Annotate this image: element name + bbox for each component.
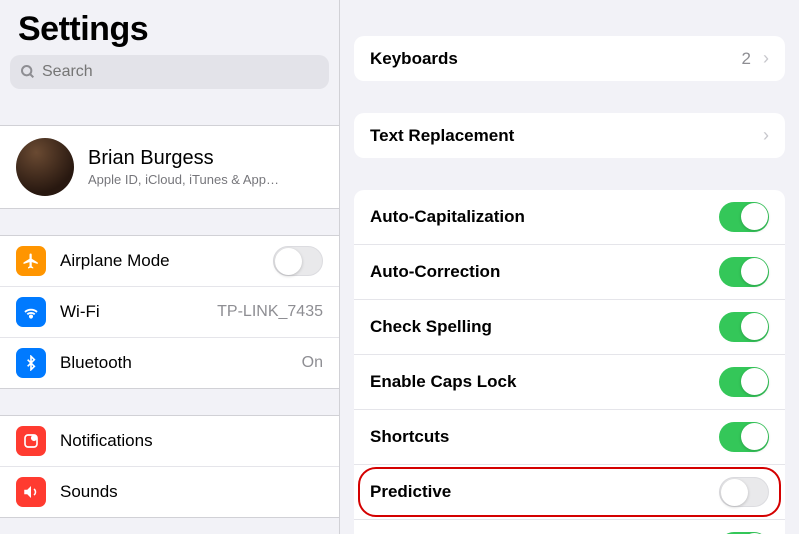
search-box[interactable] (10, 55, 329, 89)
row-value: TP-LINK_7435 (217, 303, 323, 321)
check-spelling-toggle[interactable] (719, 312, 769, 342)
row-smart-punctuation[interactable]: Smart Punctuation (354, 520, 785, 534)
connectivity-group: Airplane Mode Wi-Fi TP-LINK_7435 Bluetoo… (0, 235, 339, 389)
row-label: Shortcuts (370, 427, 719, 447)
sidebar-item-wifi[interactable]: Wi-Fi TP-LINK_7435 (0, 287, 339, 338)
profile-name: Brian Burgess (88, 147, 279, 170)
sounds-icon (16, 477, 46, 507)
row-label: Keyboards (370, 49, 742, 69)
search-icon (20, 64, 36, 80)
row-predictive[interactable]: Predictive (354, 465, 785, 520)
row-shortcuts[interactable]: Shortcuts (354, 410, 785, 465)
row-label: Sounds (60, 482, 323, 502)
keyboard-settings-group: Auto-Capitalization Auto-Correction Chec… (354, 190, 785, 534)
chevron-right-icon: › (763, 48, 769, 69)
row-label: Enable Caps Lock (370, 372, 719, 392)
row-keyboards[interactable]: Keyboards 2 › (354, 36, 785, 81)
profile-row[interactable]: Brian Burgess Apple ID, iCloud, iTunes &… (0, 126, 339, 208)
bluetooth-icon (16, 348, 46, 378)
row-label: Auto-Correction (370, 262, 719, 282)
text-replacement-group: Text Replacement › (354, 113, 785, 158)
row-count: 2 (742, 49, 751, 69)
sidebar-item-sounds[interactable]: Sounds (0, 467, 339, 517)
sidebar: Settings Brian Burgess Apple ID, iCloud,… (0, 0, 340, 534)
row-label: Auto-Capitalization (370, 207, 719, 227)
airplane-toggle[interactable] (273, 246, 323, 276)
profile-group: Brian Burgess Apple ID, iCloud, iTunes &… (0, 125, 339, 209)
enable-caps-lock-toggle[interactable] (719, 367, 769, 397)
page-title: Settings (0, 0, 339, 55)
chevron-right-icon: › (763, 125, 769, 146)
row-label: Airplane Mode (60, 251, 273, 271)
profile-text: Brian Burgess Apple ID, iCloud, iTunes &… (88, 147, 279, 187)
sidebar-item-notifications[interactable]: Notifications (0, 416, 339, 467)
row-auto-correction[interactable]: Auto-Correction (354, 245, 785, 300)
row-auto-capitalization[interactable]: Auto-Capitalization (354, 190, 785, 245)
row-label: Bluetooth (60, 353, 294, 373)
avatar (16, 138, 74, 196)
sidebar-item-bluetooth[interactable]: Bluetooth On (0, 338, 339, 388)
search-container (0, 55, 339, 99)
row-text-replacement[interactable]: Text Replacement › (354, 113, 785, 158)
row-enable-caps-lock[interactable]: Enable Caps Lock (354, 355, 785, 410)
keyboards-group: Keyboards 2 › (354, 36, 785, 81)
main-panel: Keyboards 2 › Text Replacement › Auto-Ca… (340, 0, 799, 534)
row-label: Wi-Fi (60, 302, 209, 322)
wifi-icon (16, 297, 46, 327)
predictive-toggle[interactable] (719, 477, 769, 507)
row-label: Notifications (60, 431, 323, 451)
notifications-icon (16, 426, 46, 456)
row-label: Predictive (370, 482, 719, 502)
system-group: Notifications Sounds (0, 415, 339, 518)
search-input[interactable] (42, 63, 319, 81)
auto-capitalization-toggle[interactable] (719, 202, 769, 232)
auto-correction-toggle[interactable] (719, 257, 769, 287)
profile-subtitle: Apple ID, iCloud, iTunes & App… (88, 172, 279, 187)
row-check-spelling[interactable]: Check Spelling (354, 300, 785, 355)
sidebar-item-airplane[interactable]: Airplane Mode (0, 236, 339, 287)
row-label: Check Spelling (370, 317, 719, 337)
row-value: On (302, 354, 323, 372)
shortcuts-toggle[interactable] (719, 422, 769, 452)
row-label: Text Replacement (370, 126, 755, 146)
airplane-icon (16, 246, 46, 276)
